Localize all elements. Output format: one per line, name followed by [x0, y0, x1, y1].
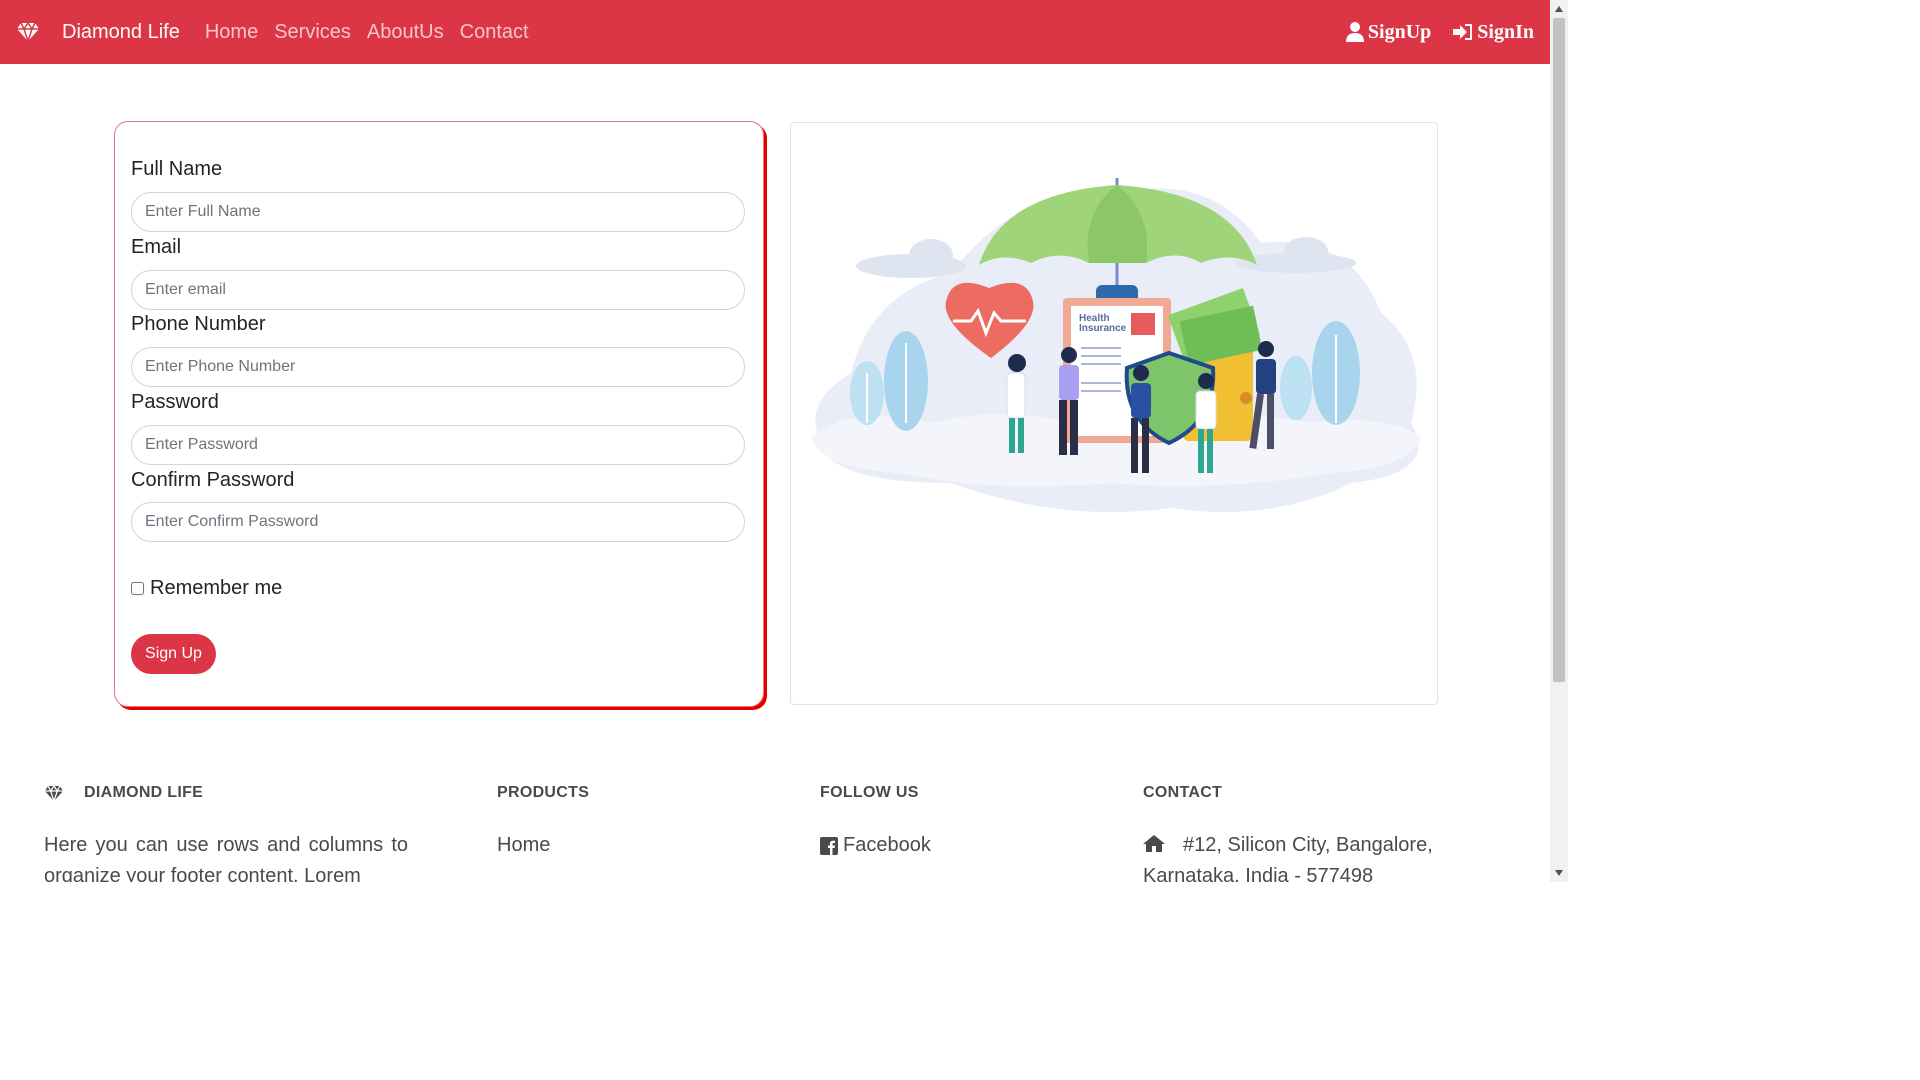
facebook-icon — [820, 836, 838, 855]
nav-link-services[interactable]: Services — [266, 21, 359, 44]
footer-link-facebook-label[interactable]: Facebook — [843, 830, 931, 861]
remember-me-checkbox[interactable] — [131, 582, 144, 595]
nav-link-home[interactable]: Home — [197, 21, 266, 44]
scroll-down-icon[interactable] — [1554, 868, 1564, 878]
illustration-card: Health Insurance — [790, 122, 1438, 705]
password-input[interactable] — [131, 425, 745, 465]
phone-input[interactable] — [131, 347, 745, 387]
diamond-icon — [44, 784, 64, 802]
footer-link-facebook[interactable]: Facebook — [820, 830, 931, 861]
nav-link-aboutus[interactable]: AboutUs — [359, 21, 452, 44]
email-label: Email — [131, 236, 182, 258]
signin-link-label[interactable]: SignIn — [1477, 21, 1534, 44]
user-icon — [1345, 22, 1364, 42]
health-insurance-illustration: Health Insurance — [811, 178, 1421, 513]
remember-me-label[interactable]: Remember me — [150, 577, 282, 600]
sign-in-icon — [1453, 24, 1473, 40]
confirm-password-label: Confirm Password — [131, 469, 295, 491]
phone-label: Phone Number — [131, 313, 266, 335]
signin-link[interactable]: SignIn — [1453, 21, 1534, 44]
confirm-password-input[interactable] — [131, 502, 745, 542]
brand-name[interactable]: Diamond Life — [62, 21, 180, 44]
full-name-input[interactable] — [131, 192, 745, 232]
nav-links: Home Services AboutUs Contact — [197, 21, 537, 44]
footer-brand-text: DIAMOND LIFE — [84, 784, 204, 801]
footer-contact-heading: CONTACT — [1143, 784, 1223, 801]
page: Diamond Life Home Services AboutUs Conta… — [0, 0, 1568, 882]
full-name-label: Full Name — [131, 158, 223, 180]
footer-link-home[interactable]: Home — [497, 830, 550, 861]
footer-contact-address: #12, Silicon City, Bangalore, Karnataka,… — [1143, 830, 1463, 882]
remember-me: Remember me — [131, 577, 282, 600]
signup-link-label[interactable]: SignUp — [1368, 21, 1431, 44]
footer-follow-list: Facebook — [820, 830, 931, 861]
email-input[interactable] — [131, 270, 745, 310]
home-icon — [1143, 835, 1165, 852]
diamond-icon — [16, 21, 40, 44]
password-label: Password — [131, 391, 219, 413]
footer-products-list: Home — [497, 830, 550, 861]
scroll-up-icon[interactable] — [1554, 4, 1564, 14]
signup-form: Full Name Email Phone Number Password Co… — [114, 121, 764, 707]
footer-about-text: Here you can use rows and columns to org… — [44, 834, 408, 882]
footer-brand-heading: DIAMOND LIFE — [44, 784, 203, 802]
footer-contact-address-text: #12, Silicon City, Bangalore, Karnataka,… — [1143, 834, 1433, 882]
brand[interactable]: Diamond Life — [16, 21, 180, 44]
page-scrollbar[interactable] — [1550, 0, 1568, 882]
signup-link[interactable]: SignUp — [1345, 21, 1431, 44]
scrollbar-thumb[interactable] — [1553, 18, 1565, 682]
signup-button[interactable]: Sign Up — [131, 634, 216, 674]
footer-follow-heading: FOLLOW US — [820, 784, 919, 801]
navbar: Diamond Life Home Services AboutUs Conta… — [0, 0, 1550, 64]
nav-link-contact[interactable]: Contact — [452, 21, 537, 44]
illustration-caption-line2: Insurance — [1079, 323, 1127, 334]
footer-products-heading: PRODUCTS — [497, 784, 590, 801]
nav-auth: SignUp SignIn — [1324, 0, 1534, 64]
